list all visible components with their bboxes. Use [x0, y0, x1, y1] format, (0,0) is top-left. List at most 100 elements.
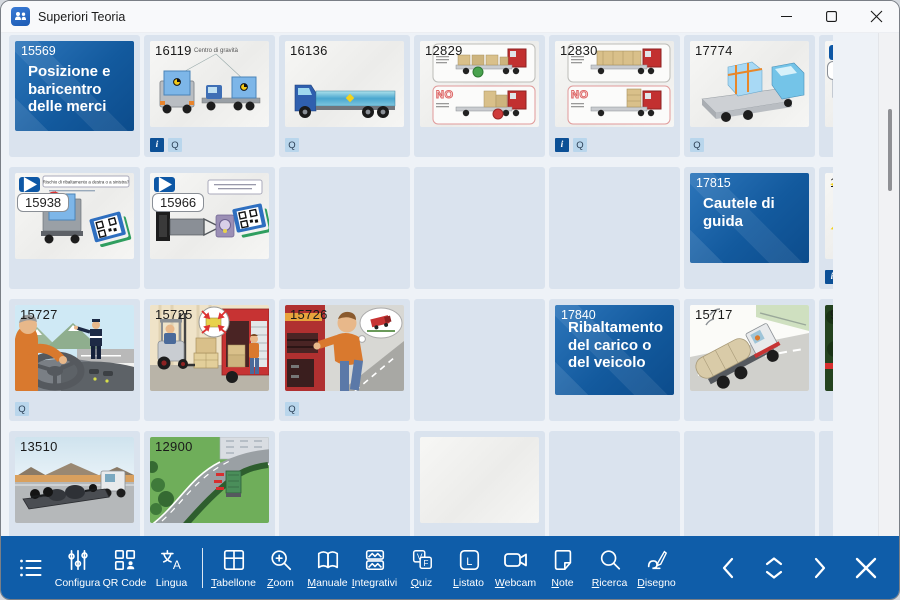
tile-13510[interactable]: 13510	[9, 431, 140, 536]
tile-15717[interactable]: 15717	[684, 299, 815, 421]
minimize-button[interactable]	[764, 1, 809, 32]
tile-15937[interactable]: Rischio di ribaltamento in avanti o all'…	[819, 35, 833, 157]
images-icon	[363, 547, 387, 573]
tile-number: 15725	[155, 307, 193, 322]
tile-15727[interactable]: 15727 Q	[9, 299, 140, 421]
toolbar-list-button[interactable]	[7, 555, 54, 581]
tile-number: 15938	[17, 193, 69, 212]
quiz-badge[interactable]: Q	[285, 138, 299, 152]
toolbar-disegno[interactable]: Disegno	[633, 547, 680, 589]
scrollbar-thumb[interactable]	[888, 109, 892, 191]
toolbar-label: Manuale	[307, 577, 347, 589]
toolbar-lingua[interactable]: A Lingua	[148, 547, 195, 589]
tile-16119[interactable]: Centro di gravità	[144, 35, 275, 157]
tile-number: 15727	[20, 307, 58, 322]
zoom-in-icon	[269, 547, 293, 573]
tile-number: 15726	[290, 307, 328, 322]
toolbar-separator	[202, 548, 203, 588]
tile-15726[interactable]: 15726 Q	[279, 299, 410, 421]
tile-15569[interactable]: 15569 Posizione e baricentro delle merci	[9, 35, 140, 157]
x-close-icon	[854, 556, 878, 580]
svg-text:F: F	[423, 558, 428, 568]
qr-code-icon	[113, 547, 137, 573]
quiz-badge[interactable]: Q	[15, 402, 29, 416]
chevrons-up-down-icon	[763, 556, 785, 580]
quiz-badge[interactable]: Q	[168, 138, 182, 152]
maximize-button[interactable]	[809, 1, 854, 32]
tile-number: 12829	[425, 43, 463, 58]
empty-cell	[414, 167, 545, 289]
expand-collapse-button[interactable]	[753, 545, 795, 591]
quiz-badge[interactable]: Q	[285, 402, 299, 416]
quiz-badge[interactable]: Q	[690, 138, 704, 152]
tile-number: 9841	[830, 307, 833, 322]
toolbar-qr-code[interactable]: QR Code	[101, 547, 148, 589]
list-icon	[17, 555, 44, 581]
app-window: Superiori Teoria 15569 Posizione e baric…	[0, 0, 900, 600]
info-badge[interactable]: i	[555, 138, 569, 152]
play-button[interactable]	[829, 45, 833, 60]
tile-number: 15569	[21, 44, 56, 58]
play-button[interactable]	[154, 177, 175, 192]
tile-17774[interactable]: 17774 Q	[684, 35, 815, 157]
next-button[interactable]	[799, 545, 841, 591]
toolbar-listato[interactable]: L Listato	[445, 547, 492, 589]
toolbar-label: Tabellone	[211, 577, 256, 589]
tile-17815[interactable]: 17815 Cautele di guida	[684, 167, 815, 289]
tile-number: 16136	[290, 43, 328, 58]
tile-number: 16119	[155, 43, 192, 58]
translate-icon: A	[160, 547, 184, 573]
toolbar-label: Quiz	[411, 577, 433, 589]
partial-cell	[819, 431, 833, 536]
exit-button[interactable]	[845, 545, 887, 591]
no-label: NO	[571, 89, 589, 101]
toolbar-ricerca[interactable]: Ricerca	[586, 547, 633, 589]
svg-text:A: A	[172, 558, 180, 572]
no-label: NO	[436, 89, 454, 101]
tile-15938[interactable]: Rischio di ribaltamento a destra o a sin…	[9, 167, 140, 289]
chapter-tile: 15569 Posizione e baricentro delle merci	[15, 41, 134, 131]
sliders-icon	[66, 547, 90, 573]
bottom-toolbar: Configura QR Code A Lingua Tab	[1, 536, 899, 599]
toolbar-configura[interactable]: Configura	[54, 547, 101, 589]
toolbar-label: QR Code	[103, 577, 147, 589]
toolbar-quiz[interactable]: V F Quiz	[398, 547, 445, 589]
quiz-badge[interactable]: Q	[573, 138, 587, 152]
svg-text:Centro di gravità: Centro di gravità	[194, 48, 239, 54]
play-button[interactable]	[19, 177, 40, 192]
toolbar-tabellone[interactable]: Tabellone	[210, 547, 257, 589]
toolbar-note[interactable]: Note	[539, 547, 586, 589]
toolbar-label: Ricerca	[592, 577, 628, 589]
toolbar-label: Disegno	[637, 577, 676, 589]
window-title: Superiori Teoria	[38, 10, 125, 24]
toolbar-webcam[interactable]: Webcam	[492, 547, 539, 589]
vertical-scrollbar[interactable]	[878, 33, 899, 536]
toolbar-integrativi[interactable]: Integrativi	[351, 547, 398, 589]
tile-12900[interactable]: 12900	[144, 431, 275, 536]
list-l-icon: L	[457, 547, 481, 573]
maximize-icon	[826, 11, 837, 22]
info-badge[interactable]: i	[825, 270, 833, 284]
close-button[interactable]	[854, 1, 899, 32]
tile-number: 17840	[561, 308, 596, 322]
tile-12829[interactable]: 12829 NO	[414, 35, 545, 157]
previous-button[interactable]	[707, 545, 749, 591]
tile-number: 13510	[20, 439, 58, 454]
toolbar-zoom[interactable]: Zoom	[257, 547, 304, 589]
close-icon	[871, 11, 882, 22]
tile-17840[interactable]: 17840 Ribaltamento del carico o del veic…	[549, 299, 680, 421]
tile-12830[interactable]: 12830 NO i Q	[549, 35, 680, 157]
toolbar-label: Integrativi	[352, 577, 398, 589]
empty-cell	[549, 167, 680, 289]
tile-16184[interactable]: 50 % 50 % 16184 i	[819, 167, 833, 289]
info-badge[interactable]: i	[150, 138, 164, 152]
webcam-icon	[503, 547, 529, 573]
toolbar-manuale[interactable]: Manuale	[304, 547, 351, 589]
tile-15966[interactable]: 15966	[144, 167, 275, 289]
slide-grid-area: 15569 Posizione e baricentro delle merci…	[1, 33, 899, 536]
tile-16136[interactable]: 16136 Q	[279, 35, 410, 157]
slide-grid: 15569 Posizione e baricentro delle merci…	[9, 35, 833, 536]
tile-15725[interactable]: 15725	[144, 299, 275, 421]
app-icon	[11, 7, 30, 26]
tile-9841[interactable]: 9841 La Forza del vento aumenta il momen…	[819, 299, 833, 421]
